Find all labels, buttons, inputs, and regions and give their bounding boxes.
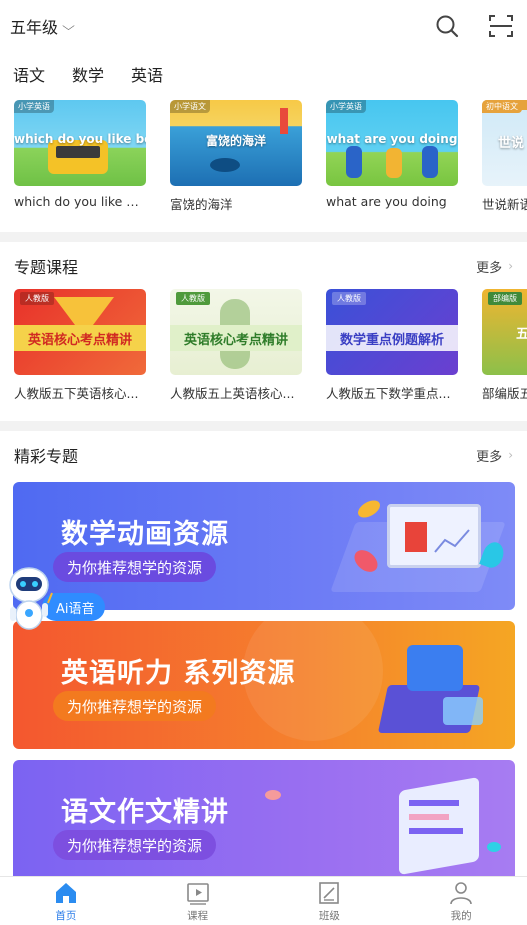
lesson-thumb-title: what are you doing [326, 132, 458, 146]
lesson-caption: what are you doing [326, 194, 447, 209]
course-band-title: 五 [516, 326, 527, 342]
lesson-thumb-title: 富饶的海洋 [205, 134, 266, 148]
tab-math[interactable]: 数学 [72, 62, 104, 86]
banner-title: 语文作文精讲 [61, 797, 229, 828]
more-link[interactable]: 更多 › [476, 257, 513, 276]
nav-courses[interactable]: 课程 [132, 877, 264, 925]
nav-class[interactable]: 班级 [264, 877, 396, 925]
banner-title: 英语听力 系列资源 [61, 658, 296, 689]
chart-block [405, 522, 427, 552]
lesson-thumb-title: which do you like better [14, 132, 146, 146]
course-thumbnail: 部编版 五 [482, 289, 527, 375]
course-thumbnail: 人教版 英语核心考点精讲 [14, 289, 146, 375]
play-video-icon [186, 882, 209, 905]
search-icon[interactable] [433, 12, 461, 40]
nav-label: 课程 [187, 909, 209, 922]
lesson-thumbnail: 小学英语 what are you doing [326, 100, 458, 186]
course-caption: 人教版五下英语核心... [14, 386, 139, 401]
course-caption: 部编版五 [482, 386, 527, 401]
course-tag: 人教版 [332, 292, 366, 305]
nav-home[interactable]: 首页 [0, 877, 132, 925]
course-band-title: 英语核心考点精讲 [14, 325, 146, 351]
robot-icon [9, 567, 53, 630]
home-screen: 五年级 ⌵ 语文 数学 英语 小学英语 which do you like be… [0, 0, 527, 925]
more-label: 更多 [476, 449, 503, 465]
chevron-right-icon: › [508, 259, 513, 273]
home-icon [55, 882, 76, 903]
user-icon [450, 881, 472, 904]
course-caption: 人教版五下数学重点... [326, 386, 451, 401]
chevron-right-icon: › [508, 448, 513, 462]
chinese-writing-banner[interactable]: 语文作文精讲 为你推荐想学的资源 [13, 760, 515, 888]
more-label: 更多 [476, 260, 503, 276]
bottom-nav: 首页 课程 班级 我的 [0, 876, 527, 925]
course-thumbnail: 人教版 数学重点例题解析 [326, 289, 458, 375]
banner-title: 数学动画资源 [61, 519, 229, 550]
nav-label: 班级 [318, 909, 340, 922]
course-tag: 部编版 [488, 292, 522, 305]
lesson-tag: 小学英语 [326, 100, 366, 113]
course-card[interactable]: 人教版 英语核心考点精讲 人教版五上英语核心... [170, 289, 302, 402]
lesson-card[interactable]: 小学英语 which do you like better which do y… [14, 100, 146, 213]
special-courses-row: 人教版 英语核心考点精讲 人教版五下英语核心... 人教版 英语核心考点精讲 人… [0, 289, 527, 402]
lesson-thumb-title: 世说 [498, 136, 525, 151]
lesson-tag: 小学语文 [170, 100, 210, 113]
course-caption: 人教版五上英语核心... [170, 386, 295, 401]
ai-voice-assistant[interactable]: Ai语音 [0, 563, 108, 635]
tab-chinese[interactable]: 语文 [13, 62, 45, 86]
special-courses-header: 专题课程 更多 › [0, 251, 527, 281]
scan-icon[interactable] [487, 12, 515, 40]
nav-label: 首页 [55, 909, 77, 922]
lesson-thumbnail: 小学语文 富饶的海洋 [170, 100, 302, 186]
course-card[interactable]: 人教版 英语核心考点精讲 人教版五下英语核心... [14, 289, 146, 402]
tablet-illustration [399, 776, 479, 876]
course-tag: 人教版 [20, 292, 54, 305]
tab-english[interactable]: 英语 [131, 62, 163, 86]
banner-subtitle: 为你推荐想学的资源 [53, 691, 217, 721]
nav-profile[interactable]: 我的 [395, 877, 527, 925]
banner-subtitle: 为你推荐想学的资源 [53, 830, 217, 860]
lesson-card[interactable]: 小学语文 富饶的海洋 富饶的海洋 [170, 100, 302, 213]
course-thumbnail: 人教版 英语核心考点精讲 [170, 289, 302, 375]
subject-tabs: 语文 数学 英语 [0, 55, 527, 93]
lesson-thumbnail: 初中语文 世说 [482, 100, 527, 186]
lesson-row: 小学英语 which do you like better which do y… [0, 100, 527, 213]
lesson-tag: 小学英语 [14, 100, 54, 113]
lesson-card[interactable]: 初中语文 世说 世说新语 [482, 100, 527, 213]
lesson-caption: 富饶的海洋 [170, 197, 233, 212]
section-divider [0, 232, 527, 242]
grade-selector[interactable]: 五年级 ⌵ [10, 14, 75, 38]
section-divider [0, 421, 527, 431]
section-title: 专题课程 [14, 258, 79, 277]
section-title: 精彩专题 [14, 447, 79, 466]
more-link[interactable]: 更多 › [476, 446, 513, 465]
featured-header: 精彩专题 更多 › [0, 440, 527, 470]
lesson-tag: 初中语文 [482, 100, 522, 113]
course-tag: 人教版 [176, 292, 210, 305]
course-band-title: 数学重点例题解析 [326, 325, 458, 351]
grade-label: 五年级 [10, 18, 59, 37]
english-listening-banner[interactable]: 英语听力 系列资源 为你推荐想学的资源 [13, 621, 515, 749]
course-card[interactable]: 部编版 五 部编版五 [482, 289, 527, 402]
nav-label: 我的 [450, 909, 472, 922]
lesson-card[interactable]: 小学英语 what are you doing what are you doi… [326, 100, 458, 213]
course-card[interactable]: 人教版 数学重点例题解析 人教版五下数学重点... [326, 289, 458, 402]
chevron-down-icon: ⌵ [62, 18, 75, 33]
lesson-thumbnail: 小学英语 which do you like better [14, 100, 146, 186]
board-icon [319, 881, 340, 904]
lesson-caption: which do you like better [14, 194, 146, 209]
lesson-caption: 世说新语 [482, 197, 527, 212]
top-bar: 五年级 ⌵ [0, 0, 527, 52]
course-band-title: 英语核心考点精讲 [170, 325, 302, 351]
